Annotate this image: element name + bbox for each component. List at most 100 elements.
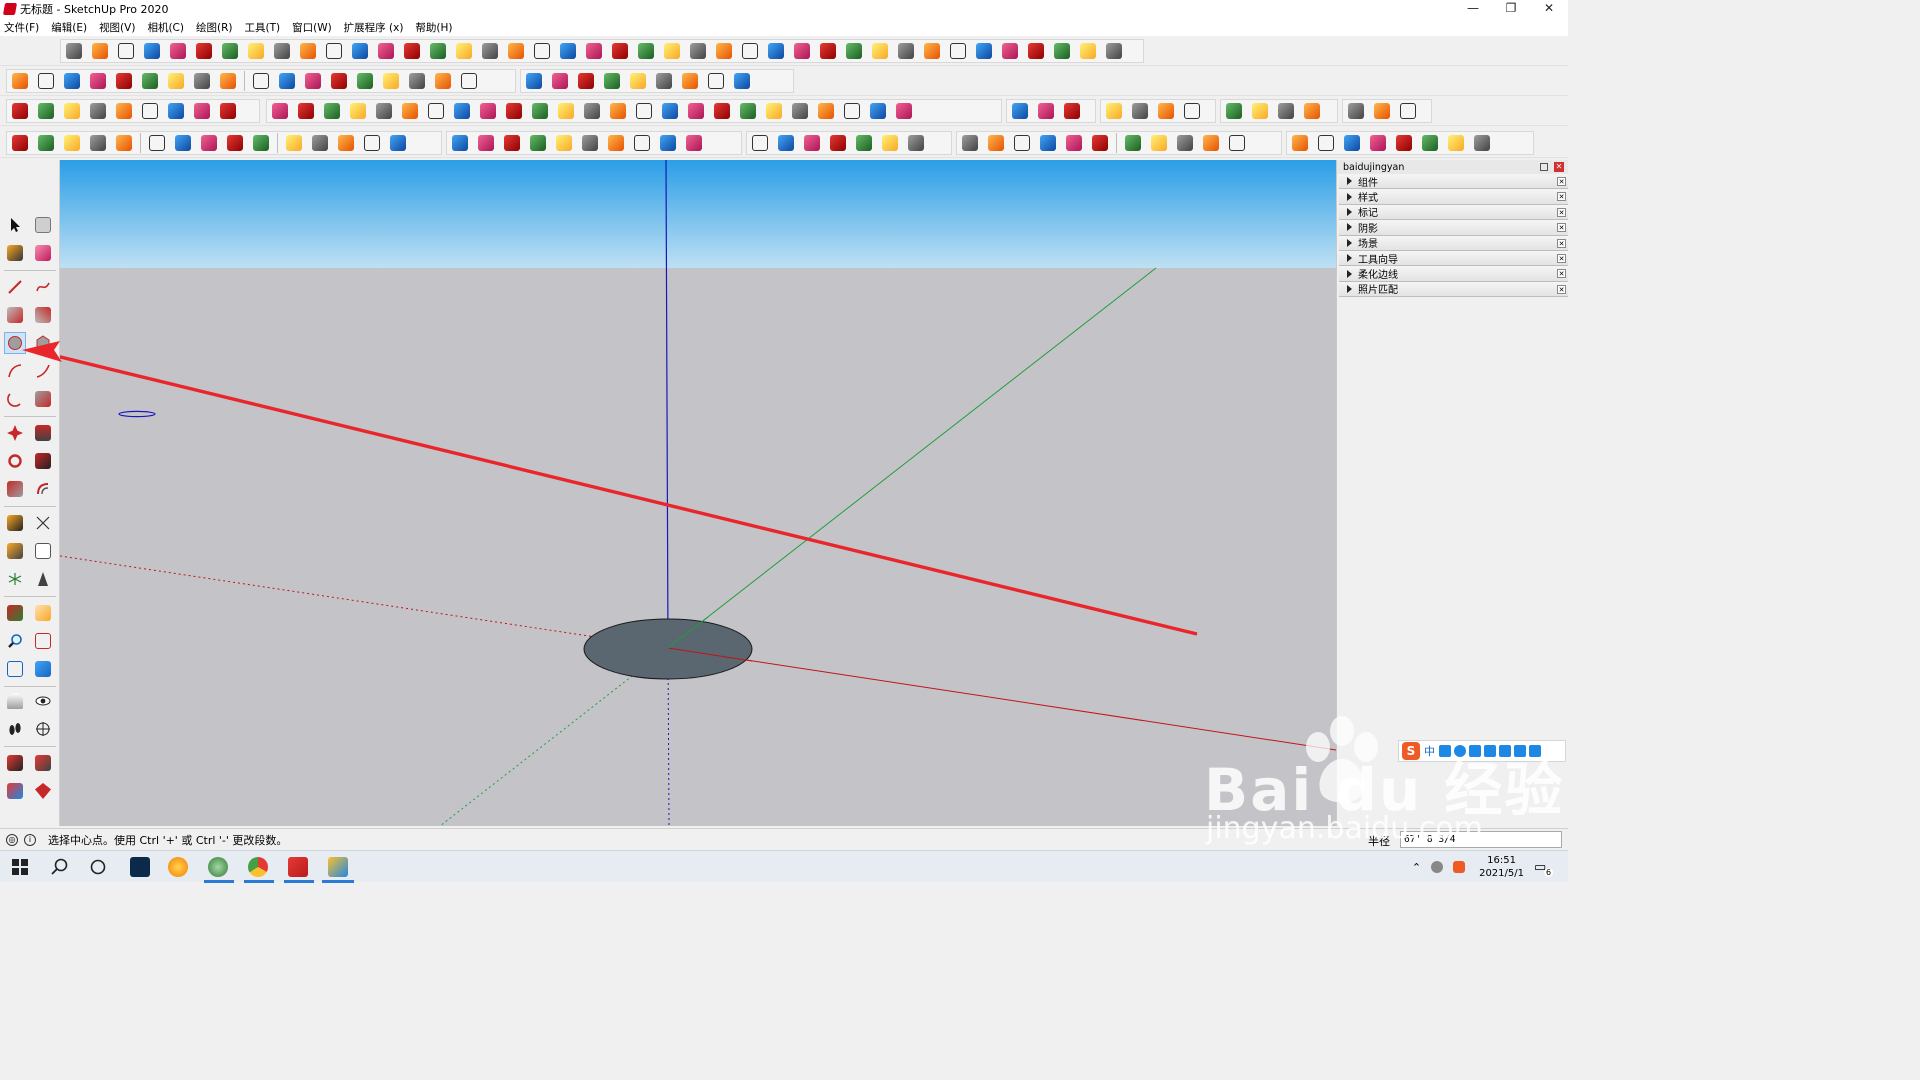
toolbar-tool-icon[interactable]	[89, 40, 111, 62]
panel-match-photo[interactable]: 照片匹配 ✕	[1339, 281, 1568, 298]
toolbar-tool-icon[interactable]	[555, 100, 577, 122]
microphone-icon[interactable]	[1469, 745, 1481, 757]
toolbar-tool-icon[interactable]	[373, 100, 395, 122]
toolbar-tool-icon[interactable]	[631, 132, 653, 154]
previous-view-icon[interactable]	[32, 658, 54, 680]
toolbar-tool-icon[interactable]	[683, 132, 705, 154]
toolbar-tool-icon[interactable]	[575, 70, 597, 92]
toolbar-tool-icon[interactable]	[328, 70, 350, 92]
scale-tool-icon[interactable]	[4, 478, 26, 500]
panel-components[interactable]: 组件 ✕	[1339, 174, 1568, 190]
panel-close-icon[interactable]: ✕	[1557, 207, 1566, 217]
toolbar-tool-icon[interactable]	[475, 132, 497, 154]
ime-tray-icon[interactable]	[1453, 861, 1466, 873]
toolbar-tool-icon[interactable]	[529, 100, 551, 122]
zoom-icon[interactable]	[4, 630, 26, 652]
toolbar-tool-icon[interactable]	[1249, 100, 1271, 122]
toolbar-tool-icon[interactable]	[581, 100, 603, 122]
toolbar-tool-icon[interactable]	[276, 70, 298, 92]
toolbar-tool-icon[interactable]	[245, 40, 267, 62]
toolbar-tool-icon[interactable]	[869, 40, 891, 62]
toolbar-tool-icon[interactable]	[705, 70, 727, 92]
emoji-icon[interactable]	[1454, 745, 1466, 757]
toolbar-tool-icon[interactable]	[789, 100, 811, 122]
toolbar-tool-icon[interactable]	[354, 70, 376, 92]
toolbar-tool-icon[interactable]	[523, 70, 545, 92]
toolbar-tool-icon[interactable]	[579, 132, 601, 154]
toolbar-tool-icon[interactable]	[380, 70, 402, 92]
toolbar-tool-icon[interactable]	[1200, 132, 1222, 154]
geo-location-icon[interactable]: ◎	[6, 833, 18, 846]
browser-green-icon[interactable]	[208, 857, 228, 877]
sogou-ime-icon[interactable]: S	[1402, 742, 1420, 760]
toolbar-tool-icon[interactable]	[427, 40, 449, 62]
toolbar-tool-icon[interactable]	[711, 100, 733, 122]
toolbar-tool-icon[interactable]	[921, 40, 943, 62]
toolbar-tool-icon[interactable]	[250, 70, 272, 92]
send-to-layout-icon[interactable]	[4, 780, 26, 802]
toolbar-tool-icon[interactable]	[250, 132, 272, 154]
toolbar-tool-icon[interactable]	[601, 70, 623, 92]
walk-icon[interactable]	[4, 718, 26, 740]
toolbar-tool-icon[interactable]	[1155, 100, 1177, 122]
search-icon[interactable]	[50, 857, 70, 877]
sketchup-taskbar-icon[interactable]	[288, 857, 308, 877]
panel-close-icon[interactable]: ✕	[1557, 223, 1566, 233]
panel-close-icon[interactable]: ✕	[1557, 253, 1566, 263]
panel-instructor[interactable]: 工具向导 ✕	[1339, 250, 1568, 267]
freehand-icon[interactable]	[32, 276, 54, 298]
toolbar-tool-icon[interactable]	[198, 132, 220, 154]
pie-tool-icon[interactable]	[32, 388, 54, 410]
position-camera-icon[interactable]	[4, 690, 26, 712]
toolbar-tool-icon[interactable]	[815, 100, 837, 122]
toolbar-tool-icon[interactable]	[1037, 132, 1059, 154]
toolbar-tool-icon[interactable]	[361, 132, 383, 154]
toolbar-tool-icon[interactable]	[549, 70, 571, 92]
toolbar-tool-icon[interactable]	[1051, 40, 1073, 62]
toolbar-tool-icon[interactable]	[217, 100, 239, 122]
toolbar-tool-icon[interactable]	[295, 100, 317, 122]
menu-extensions[interactable]: 扩展程序 (x)	[344, 20, 404, 35]
menu-window[interactable]: 窗口(W)	[292, 20, 332, 35]
chrome-icon[interactable]	[248, 857, 268, 877]
tray-close-icon[interactable]: ✕	[1554, 162, 1564, 172]
toolbar-tool-icon[interactable]	[1226, 132, 1248, 154]
menu-camera[interactable]: 相机(C)	[147, 20, 184, 35]
text-tool-icon[interactable]	[32, 540, 54, 562]
panel-close-icon[interactable]: ✕	[1557, 177, 1566, 186]
toolbar-tool-icon[interactable]	[531, 40, 553, 62]
menu-edit[interactable]: 编辑(E)	[51, 20, 87, 35]
toolbar-tool-icon[interactable]	[1025, 40, 1047, 62]
toolbar-tool-icon[interactable]	[685, 100, 707, 122]
dimension-tool-icon[interactable]	[32, 512, 54, 534]
toolbar-tool-icon[interactable]	[501, 132, 523, 154]
toolbar-tool-icon[interactable]	[843, 40, 865, 62]
push-pull-icon[interactable]	[32, 422, 54, 444]
toolbar-tool-icon[interactable]	[269, 100, 291, 122]
toolbar-tool-icon[interactable]	[1129, 100, 1151, 122]
toolbar-tool-icon[interactable]	[605, 132, 627, 154]
line-tool-icon[interactable]	[4, 276, 26, 298]
toolbar-tool-icon[interactable]	[775, 132, 797, 154]
toolbar-tool-icon[interactable]	[739, 40, 761, 62]
zoom-window-icon[interactable]	[32, 630, 54, 652]
panel-close-icon[interactable]: ✕	[1557, 192, 1566, 202]
toolbar-tool-icon[interactable]	[1011, 132, 1033, 154]
toolbar-tool-icon[interactable]	[458, 70, 480, 92]
toolbar-tool-icon[interactable]	[713, 40, 735, 62]
zoom-extents-icon[interactable]	[4, 658, 26, 680]
toolbar-tool-icon[interactable]	[801, 132, 823, 154]
toolbar-tool-icon[interactable]	[1471, 132, 1493, 154]
toolbar-tool-icon[interactable]	[791, 40, 813, 62]
tray-pin-icon[interactable]	[1540, 163, 1548, 171]
toolbar-tool-icon[interactable]	[1393, 132, 1415, 154]
toolbar-tool-icon[interactable]	[35, 132, 57, 154]
toolbar-tool-icon[interactable]	[1009, 100, 1031, 122]
toolbar-tool-icon[interactable]	[503, 100, 525, 122]
toolbar-tool-icon[interactable]	[1341, 132, 1363, 154]
toolbar-tool-icon[interactable]	[1301, 100, 1323, 122]
toolbar-tool-icon[interactable]	[893, 100, 915, 122]
toolbar-tool-icon[interactable]	[659, 100, 681, 122]
windows-start-icon[interactable]	[10, 857, 30, 877]
network-icon[interactable]	[1431, 861, 1444, 873]
